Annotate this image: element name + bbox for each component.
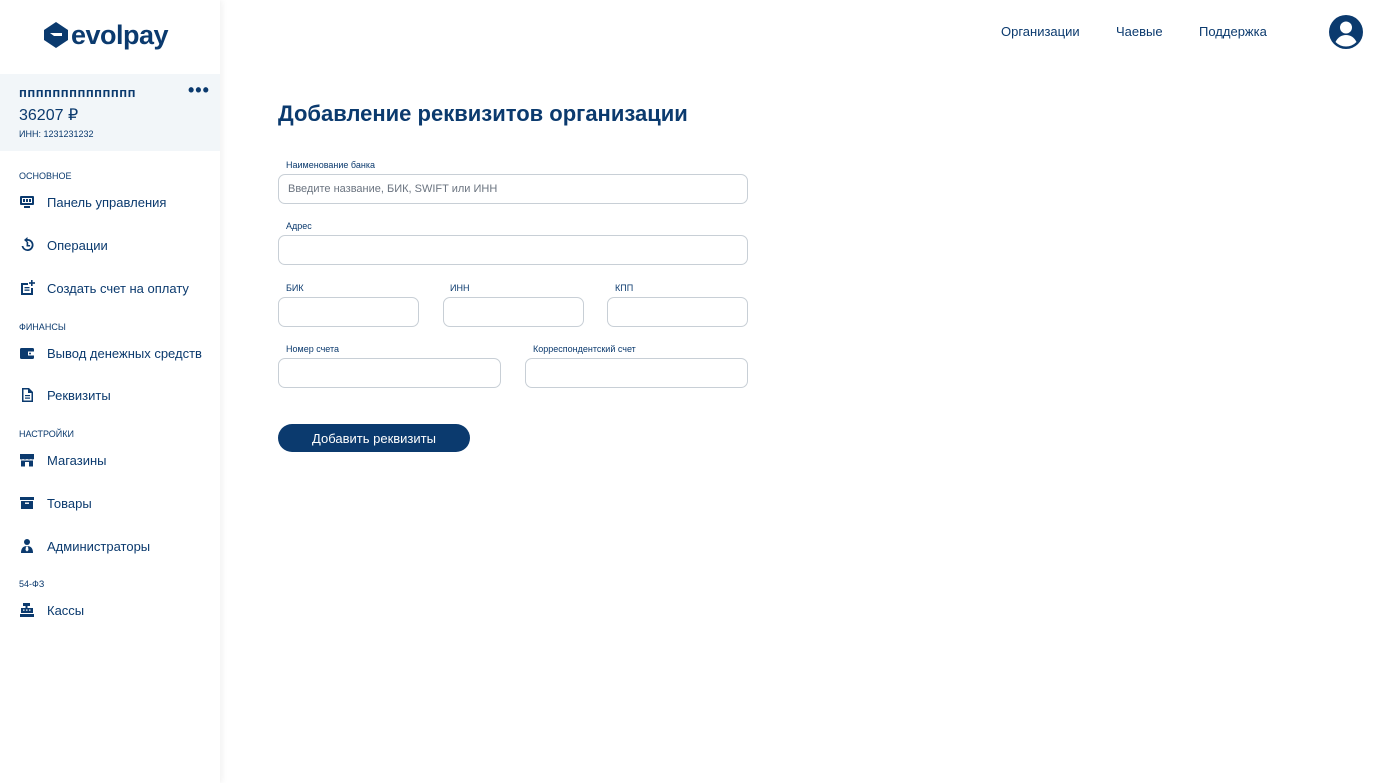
account-number-label: Номер счета [286,344,340,354]
box-icon [19,495,35,511]
address-input[interactable] [278,235,748,265]
brand-name: evolpay [71,19,169,50]
sidebar-item-label: Реквизиты [47,387,111,403]
section-title-main: ОСНОВНОЕ [19,171,72,181]
sidebar-item-operations[interactable]: Операции [19,235,108,255]
sidebar-item-withdrawal[interactable]: Вывод денежных средств [19,343,202,363]
sidebar-item-label: Вывод денежных средств [47,345,202,361]
bank-name-label: Наименование банка [286,160,375,170]
section-title-finance: ФИНАНСЫ [19,322,66,332]
account-balance: 36207 ₽ [19,107,79,124]
admin-icon [19,538,35,554]
sidebar-item-dashboard[interactable]: Панель управления [19,192,166,212]
evolpay-logo-icon [44,22,68,48]
section-title-settings: НАСТРОЙКИ [19,429,74,439]
account-inn: ИНН: 1231231232 [19,129,94,139]
sidebar-item-requisites[interactable]: Реквизиты [19,385,111,405]
account-number-input[interactable] [278,358,501,388]
monitor-icon [19,194,35,210]
kpp-label: КПП [615,283,634,293]
topnav-organizations[interactable]: Организации [1001,24,1080,39]
more-options-icon[interactable]: ••• [188,80,210,101]
cash-register-icon [19,602,35,618]
inn-label: ИНН [450,283,470,293]
brand-logo[interactable]: evolpay [43,18,169,52]
sidebar: evolpay пппппппппппппп 36207 ₽ ИНН: 1231… [0,0,220,783]
inn-input[interactable] [443,297,584,327]
account-circle-icon[interactable] [1329,15,1363,49]
section-title-54fz: 54-ФЗ [19,579,45,589]
sidebar-item-label: Панель управления [47,194,167,210]
kpp-input[interactable] [607,297,748,327]
sidebar-item-label: Кассы [47,602,85,618]
store-icon [19,452,35,468]
document-icon [19,387,35,403]
address-label: Адрес [286,221,312,231]
sidebar-item-cash-registers[interactable]: Кассы [19,600,84,620]
account-name: пппппппппппппп [19,85,136,100]
sidebar-item-stores[interactable]: Магазины [19,450,107,470]
account-card: пппппппппппппп 36207 ₽ ИНН: 1231231232 •… [0,74,220,151]
sidebar-item-label: Магазины [47,452,107,468]
sidebar-item-label: Товары [47,495,92,511]
sidebar-item-products[interactable]: Товары [19,493,92,513]
corr-account-input[interactable] [525,358,748,388]
wallet-icon [19,345,35,361]
sidebar-item-label: Операции [47,237,108,253]
page-title: Добавление реквизитов организации [278,101,688,126]
add-requisites-button[interactable]: Добавить реквизиты [278,424,470,452]
sidebar-item-label: Администраторы [47,538,151,554]
bank-name-input[interactable] [278,174,748,204]
sidebar-item-create-invoice[interactable]: Создать счет на оплату [19,278,189,298]
history-icon [19,237,35,253]
post-add-icon [19,280,35,296]
sidebar-item-label: Создать счет на оплату [47,280,189,296]
bik-label: БИК [286,283,304,293]
bik-input[interactable] [278,297,419,327]
topnav-support[interactable]: Поддержка [1199,24,1267,39]
sidebar-item-admins[interactable]: Администраторы [19,536,150,556]
corr-account-label: Корреспондентский счет [533,344,636,354]
topnav-tips[interactable]: Чаевые [1116,24,1163,39]
